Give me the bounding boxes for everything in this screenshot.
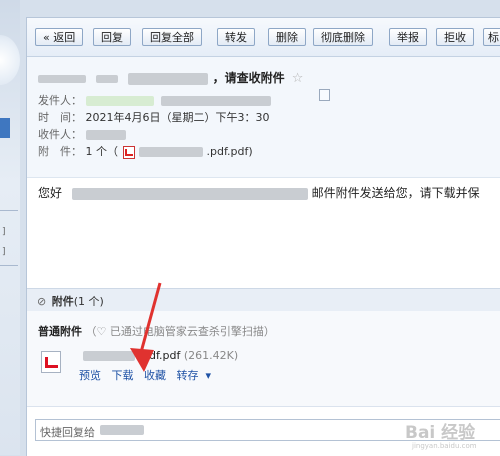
- redacted-recipient[interactable]: [85, 130, 126, 140]
- pdf-icon: [122, 145, 135, 159]
- recipient-row: 收件人：: [38, 126, 126, 142]
- redacted-sender-address: [161, 96, 271, 106]
- preview-link[interactable]: 预览: [79, 369, 101, 382]
- attachment-file: .pdf.pdf (261.42K): [83, 349, 238, 362]
- redacted-text: [96, 74, 119, 83]
- attachment-file-name[interactable]: .pdf.pdf: [139, 349, 181, 362]
- delete-permanently-button[interactable]: 彻底删除: [313, 28, 373, 46]
- body-greeting: 您好: [38, 186, 63, 200]
- sidebar-bracket-glyph: ]: [2, 247, 6, 257]
- attachments-panel: 普通附件 （♡ 已通过电脑管家云查杀引擎扫描） .pdf.pdf (261.42…: [27, 311, 500, 407]
- left-sidebar-strip: ] ]: [0, 0, 20, 455]
- mail-body: 您好 邮件附件发送给您，请下载并保: [38, 184, 480, 201]
- sidebar-selected-marker: [0, 118, 10, 138]
- attachments-title: 附件: [51, 295, 74, 308]
- contact-card-icon[interactable]: [319, 89, 330, 101]
- reply-button[interactable]: 回复: [93, 28, 131, 46]
- time-row: 时 间： 2021年4月6日（星期二）下午3：30: [38, 109, 270, 125]
- time-value: 2021年4月6日（星期二）下午3：30: [85, 111, 270, 124]
- attachment-actions: 预览 下载 收藏 转存 ▾: [79, 367, 211, 383]
- mail-reader-pane: « 返回 回复 回复全部 转发 删除 彻底删除 举报 拒收 标 ，请查收附件 ☆…: [26, 17, 500, 456]
- collect-link[interactable]: 收藏: [144, 369, 166, 382]
- attachment-label: 附 件：: [38, 145, 82, 158]
- redacted-sender-name[interactable]: [85, 96, 154, 106]
- reply-all-button[interactable]: 回复全部: [142, 28, 202, 46]
- sender-label: 发件人：: [38, 94, 82, 107]
- sidebar-decoration: [0, 35, 20, 85]
- recipient-label: 收件人：: [38, 128, 82, 141]
- delete-button[interactable]: 删除: [268, 28, 306, 46]
- reject-button[interactable]: 拒收: [436, 28, 474, 46]
- body-text: 邮件附件发送给您，请下载并保: [311, 186, 480, 200]
- attachments-header: ⊘ 附件(1 个): [27, 288, 500, 312]
- attachment-kind: 普通附件: [38, 325, 82, 338]
- sender-row: 发件人：: [38, 92, 271, 108]
- time-label: 时 间：: [38, 111, 82, 124]
- pdf-file-icon[interactable]: [41, 351, 61, 373]
- attachments-count: (1 个): [73, 295, 104, 308]
- mail-header: ，请查收附件 ☆ 发件人： 时 间： 2021年4月6日（星期二）下午3：30 …: [27, 57, 500, 178]
- redacted-reply-target: [100, 425, 144, 435]
- chevron-down-icon[interactable]: ▾: [206, 369, 212, 382]
- attachment-file-size: (261.42K): [183, 349, 239, 362]
- mail-subject: ，请查收附件 ☆: [38, 69, 303, 86]
- save-to-link[interactable]: 转存: [177, 369, 199, 382]
- subject-suffix: ，请查收附件: [212, 71, 285, 85]
- sidebar-bracket-glyph: ]: [2, 227, 6, 237]
- report-button[interactable]: 举报: [389, 28, 427, 46]
- attachment-kind-row: 普通附件 （♡ 已通过电脑管家云查杀引擎扫描）: [38, 323, 275, 339]
- redacted-text: [38, 74, 86, 83]
- forward-button[interactable]: 转发: [217, 28, 255, 46]
- redacted-filename[interactable]: [139, 147, 203, 157]
- sidebar-divider: [0, 265, 18, 266]
- sidebar-divider: [0, 210, 18, 211]
- watermark-logo: Bai 经验: [405, 423, 476, 443]
- redacted-text: [128, 72, 209, 85]
- watermark-url: jingyan.baidu.com: [412, 442, 477, 450]
- scan-note: （♡ 已通过电脑管家云查杀引擎扫描）: [85, 325, 275, 338]
- redacted-filename: [83, 351, 135, 361]
- attachment-count: 1 个（: [85, 145, 119, 158]
- star-icon[interactable]: ☆: [292, 71, 304, 86]
- quick-reply-placeholder: 快捷回复给: [40, 426, 95, 439]
- paperclip-icon: ⊘: [37, 295, 47, 308]
- attachment-row: 附 件： 1 个（ .pdf.pdf): [38, 143, 253, 159]
- back-button[interactable]: « 返回: [35, 28, 84, 46]
- download-link[interactable]: 下载: [112, 369, 134, 382]
- attachment-name[interactable]: .pdf.pdf): [207, 145, 253, 158]
- redacted-body-text: [71, 187, 308, 200]
- mail-toolbar: « 返回 回复 回复全部 转发 删除 彻底删除 举报 拒收 标: [27, 18, 500, 57]
- more-button[interactable]: 标: [483, 28, 500, 46]
